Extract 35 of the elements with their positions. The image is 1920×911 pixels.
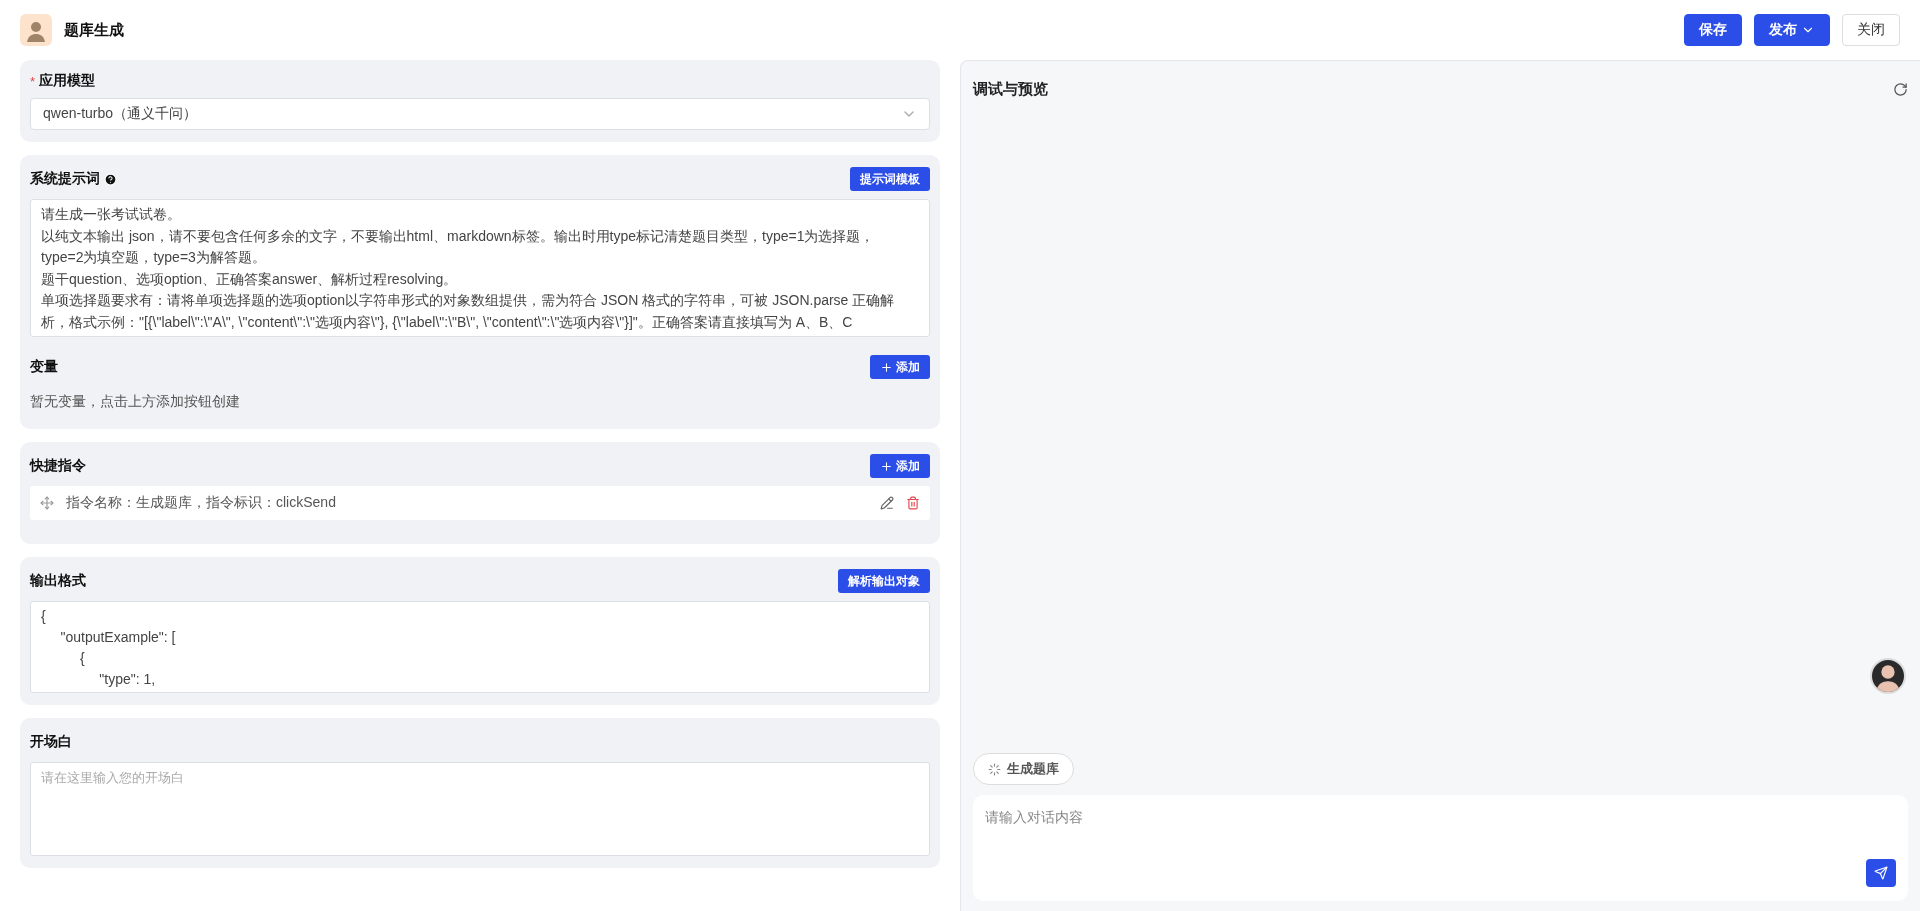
shortcut-item[interactable]: 指令名称：生成题库，指令标识：clickSend: [30, 486, 930, 520]
empty-text: 暂无变量，点击上方添加按钮创建: [30, 392, 241, 411]
add-button[interactable]: 添加: [870, 355, 930, 379]
drag-handle-icon[interactable]: [40, 496, 54, 510]
section-label: 系统提示词: [30, 170, 100, 188]
app-logo-icon: [20, 14, 52, 46]
required-mark: *: [30, 73, 36, 89]
output-field[interactable]: { "outputExample": [ { "type": 1,: [30, 601, 930, 693]
close-button[interactable]: 关闭: [1842, 14, 1900, 46]
plus-icon: [880, 360, 893, 374]
model-select[interactable]: qwen-turbo（通义千问）: [30, 98, 930, 130]
panel-title: 调试与预览: [973, 79, 1048, 99]
send-icon: [1874, 866, 1888, 880]
section-label: 应用模型: [39, 72, 96, 90]
add-button[interactable]: 添加: [870, 454, 930, 478]
section-label: 输出格式: [30, 572, 86, 590]
delete-icon[interactable]: [906, 496, 920, 510]
save-button[interactable]: 保存: [1684, 14, 1742, 46]
quick-action-chip[interactable]: 生成题库: [973, 753, 1074, 785]
plus-icon: [880, 459, 893, 473]
section-label: 快捷指令: [30, 457, 86, 475]
section-label: 变量: [30, 358, 58, 376]
edit-icon[interactable]: [880, 496, 894, 510]
prompt-field[interactable]: 请生成一张考试试卷。 以纯文本输出 json，请不要包含任何多余的文字，不要输出html、markdown标签。输出时用type标记清楚题目类型，type=1为选择题， type=2为填空题，type=3为解答题。 题干question、选项option、正确答案answer、解析过程resolving。 单项选择题要求有：请将单项选择题的选项option以字符串形式的对象数组提供，需为符合 JSON 格式的字符串，可被 JSON.parse 正确解 析，格式示例："[{\"label\":\"A\", \"content\":\"选项内容\"}, {\"label\":\"B\", \"content\":\"选项内容\"}]"。正确答案请直接填写为 A、B、C: [30, 199, 930, 337]
page-title: 题库生成: [64, 20, 125, 40]
send-button[interactable]: [1866, 859, 1896, 887]
template-button[interactable]: 提示词模板: [850, 167, 930, 191]
shortcut-text: 指令名称：生成题库，指令标识：clickSend: [66, 494, 337, 512]
parse-button[interactable]: 解析输出对象: [838, 569, 930, 593]
help-icon[interactable]: [104, 172, 117, 186]
assistant-avatar[interactable]: [1870, 658, 1906, 694]
publish-button[interactable]: 发布: [1754, 14, 1830, 46]
section-label: 开场白: [30, 733, 72, 751]
chat-input[interactable]: 请输入对话内容: [973, 795, 1908, 901]
refresh-icon[interactable]: [1893, 81, 1908, 97]
